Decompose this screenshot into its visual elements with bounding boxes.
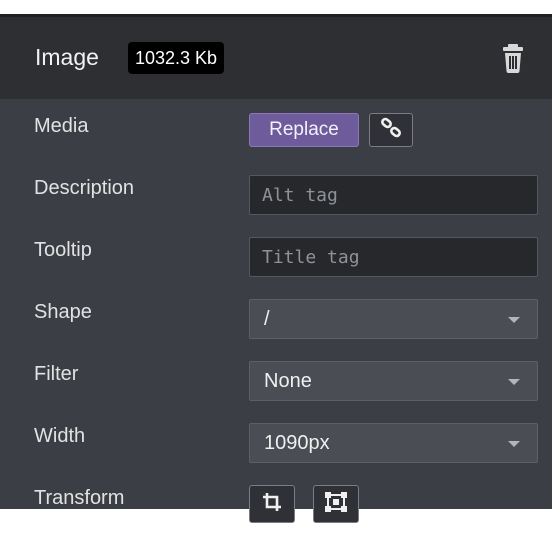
description-row: Description (0, 161, 552, 223)
file-size-badge: 1032.3 Kb (128, 42, 225, 74)
crop-button[interactable] (249, 485, 295, 523)
link-icon (380, 117, 402, 144)
tooltip-label: Tooltip (34, 239, 92, 261)
title-tag-input[interactable] (250, 238, 537, 276)
chevron-down-icon (508, 441, 520, 447)
description-field-wrapper (249, 175, 538, 215)
width-row: Width 1090px (0, 409, 552, 471)
shape-label: Shape (34, 301, 92, 323)
description-label: Description (34, 177, 135, 199)
filter-select[interactable]: None (249, 361, 538, 401)
media-row: Media Replace (0, 99, 552, 161)
panel-header: Image 1032.3 Kb (0, 14, 552, 99)
image-settings-panel: Image 1032.3 Kb Media Replace Descriptio… (0, 14, 552, 523)
resize-button[interactable] (313, 485, 359, 523)
resize-icon (323, 490, 349, 519)
width-select-value: 1090px (264, 432, 330, 454)
trash-icon[interactable] (499, 41, 527, 75)
shape-select-value: / (264, 308, 270, 330)
chevron-down-icon (508, 379, 520, 385)
transform-label: Transform (34, 487, 125, 509)
shape-row: Shape / (0, 285, 552, 347)
media-label: Media (34, 115, 89, 137)
width-label: Width (34, 425, 86, 447)
chevron-down-icon (508, 317, 520, 323)
transform-row: Transform (0, 471, 552, 533)
panel-title: Image (35, 44, 99, 70)
filter-row: Filter None (0, 347, 552, 409)
replace-button[interactable]: Replace (249, 113, 359, 147)
crop-icon (261, 491, 283, 518)
link-button[interactable] (369, 113, 413, 147)
shape-select[interactable]: / (249, 299, 538, 339)
tooltip-row: Tooltip (0, 223, 552, 285)
filter-select-value: None (264, 370, 312, 392)
filter-label: Filter (34, 363, 79, 385)
width-select[interactable]: 1090px (249, 423, 538, 463)
alt-tag-input[interactable] (250, 176, 537, 214)
tooltip-field-wrapper (249, 237, 538, 277)
